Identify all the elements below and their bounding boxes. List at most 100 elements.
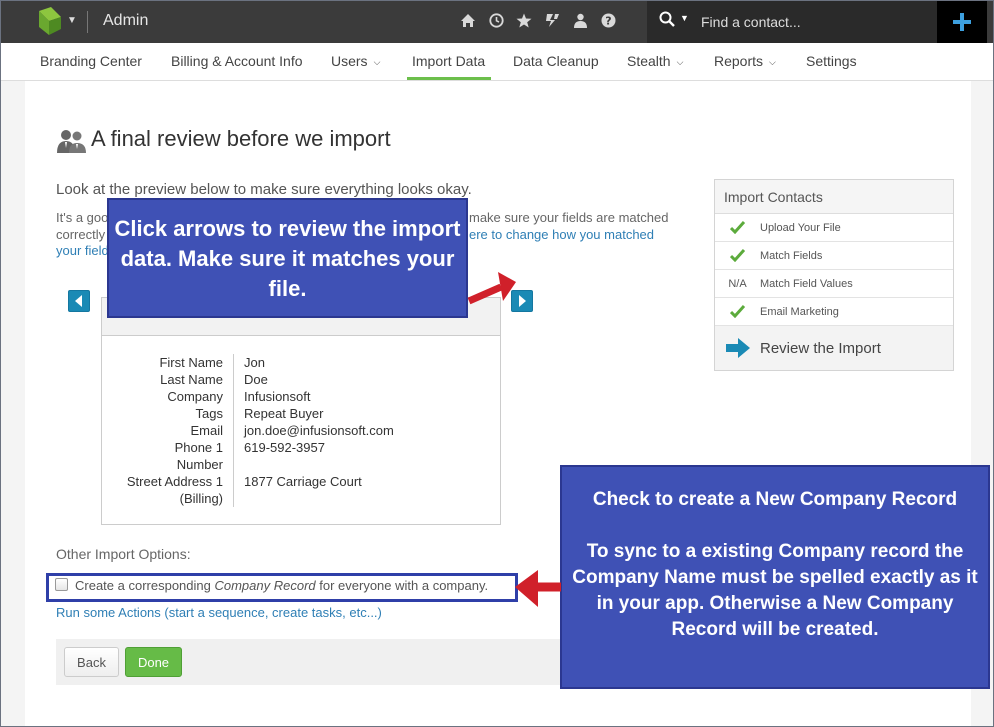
record-preview-rows: First Name Jon Last Name Doe Company Infusi… xyxy=(102,354,500,507)
chevron-down-icon: ⌵ xyxy=(676,57,684,67)
preview-row: Number xyxy=(102,456,500,473)
marketplace-icon[interactable] xyxy=(543,11,561,29)
preview-row: (Billing) xyxy=(102,490,500,507)
preview-row: Email jon.doe@infusionsoft.com xyxy=(102,422,500,439)
field-value: Repeat Buyer xyxy=(244,406,324,421)
home-icon[interactable] xyxy=(459,11,477,29)
company-record-checkbox[interactable] xyxy=(55,578,68,591)
intro-text: Look at the preview below to make sure e… xyxy=(56,181,472,198)
page-title: A final review before we import xyxy=(91,126,391,151)
app-window: ▼ Admin ? ▼ Branding Center Billing & Ac… xyxy=(0,0,994,727)
step-item: Match Fields xyxy=(715,242,953,270)
step-label: Match Fields xyxy=(760,249,823,262)
nav-item-settings[interactable]: Settings xyxy=(806,53,857,69)
preview-row: Tags Repeat Buyer xyxy=(102,405,500,422)
nav-item-reports[interactable]: Reports ⌵ xyxy=(714,53,776,69)
field-value: jon.doe@infusionsoft.com xyxy=(244,423,394,438)
nav-label: Reports xyxy=(714,53,764,69)
nav-item-stealth[interactable]: Stealth ⌵ xyxy=(627,53,683,69)
help-text-link-fragment[interactable]: your field xyxy=(56,243,109,258)
label-emphasis: Company Record xyxy=(214,578,316,593)
step-label: Email Marketing xyxy=(760,305,839,318)
change-matching-link[interactable]: ere to change how you matched xyxy=(469,226,668,243)
steps-title: Import Contacts xyxy=(715,180,953,214)
record-preview-card: First Name Jon Last Name Doe Company Infusi… xyxy=(101,297,501,525)
divider xyxy=(87,11,88,33)
previous-record-button[interactable] xyxy=(68,290,90,312)
nav-label: Stealth xyxy=(627,53,671,69)
field-value xyxy=(234,456,244,473)
field-value: 1877 Carriage Court xyxy=(244,474,362,489)
company-record-label[interactable]: Create a corresponding Company Record fo… xyxy=(75,578,488,593)
field-label: Street Address 1 xyxy=(102,473,234,490)
nav-item-data-cleanup[interactable]: Data Cleanup xyxy=(513,53,599,69)
field-label: Number xyxy=(102,456,234,473)
run-actions-link[interactable]: Run some Actions (start a sequence, crea… xyxy=(56,605,382,620)
callout-body: To sync to a existing Company record the… xyxy=(572,541,978,640)
top-icon-group: ? xyxy=(459,11,617,29)
preview-row: Street Address 1 1877 Carriage Court xyxy=(102,473,500,490)
contacts-icon xyxy=(57,130,86,153)
field-label: Company xyxy=(102,388,234,405)
check-icon xyxy=(715,221,760,234)
nav-item-billing[interactable]: Billing & Account Info xyxy=(171,53,303,69)
arrow-left-icon xyxy=(75,295,82,307)
step-label: Upload Your File xyxy=(760,221,841,234)
search-input[interactable] xyxy=(701,11,921,33)
arrow-right-icon xyxy=(519,295,526,307)
field-label: (Billing) xyxy=(102,490,234,507)
chevron-down-icon[interactable]: ▼ xyxy=(67,15,77,26)
step-item: Email Marketing xyxy=(715,298,953,326)
company-record-callout: Check to create a New Company Record To … xyxy=(560,465,990,689)
step-current: Review the Import xyxy=(715,326,953,370)
next-record-button[interactable] xyxy=(511,290,533,312)
callout-title: Check to create a New Company Record xyxy=(592,489,958,510)
help-text-right: make sure your fields are matched ere to… xyxy=(469,209,668,243)
search-filter-dropdown-icon[interactable]: ▼ xyxy=(680,13,689,23)
check-icon xyxy=(715,305,760,318)
nav-item-users[interactable]: Users ⌵ xyxy=(331,53,380,69)
field-label: Tags xyxy=(102,405,234,422)
app-logo-icon[interactable] xyxy=(39,7,61,35)
user-icon[interactable] xyxy=(571,11,589,29)
arrows-callout: Click arrows to review the import data. … xyxy=(107,198,468,318)
nav-item-branding-center[interactable]: Branding Center xyxy=(40,53,142,69)
nav-item-import-data[interactable]: Import Data xyxy=(412,53,485,69)
arrow-right-icon xyxy=(715,338,760,358)
done-button[interactable]: Done xyxy=(125,647,182,677)
chevron-down-icon: ⌵ xyxy=(373,57,381,67)
step-status: N/A xyxy=(728,277,747,290)
field-label: Phone 1 xyxy=(102,439,234,456)
field-label: Last Name xyxy=(102,371,234,388)
quick-add-button[interactable] xyxy=(937,1,987,43)
field-value xyxy=(234,490,244,507)
field-label: First Name xyxy=(102,354,234,371)
step-item: N/A Match Field Values xyxy=(715,270,953,298)
step-label: Match Field Values xyxy=(760,277,853,290)
nav-label: Branding Center xyxy=(40,53,142,69)
nav-label: Data Cleanup xyxy=(513,53,599,69)
chevron-down-icon: ⌵ xyxy=(769,57,776,67)
nav-label: Billing & Account Info xyxy=(171,53,303,69)
back-button[interactable]: Back xyxy=(64,647,119,677)
nav-label: Users xyxy=(331,53,368,69)
other-import-options-heading: Other Import Options: xyxy=(56,546,191,562)
step-current-label: Review the Import xyxy=(760,339,881,357)
preview-row: Company Infusionsoft xyxy=(102,388,500,405)
star-icon[interactable] xyxy=(515,11,533,29)
history-icon[interactable] xyxy=(487,11,505,29)
field-value: 619-592-3957 xyxy=(244,440,325,455)
active-tab-indicator xyxy=(407,77,491,80)
preview-row: Last Name Doe xyxy=(102,371,500,388)
field-value: Jon xyxy=(244,355,265,370)
label-text: for everyone with a company. xyxy=(315,578,489,593)
step-item: Upload Your File xyxy=(715,214,953,242)
plus-icon xyxy=(953,13,971,31)
search-icon[interactable] xyxy=(659,11,675,32)
preview-row: Phone 1 619-592-3957 xyxy=(102,439,500,456)
field-value: Infusionsoft xyxy=(244,389,311,404)
help-icon[interactable]: ? xyxy=(599,11,617,29)
nav-label: Import Data xyxy=(412,53,486,69)
help-text-line: make sure your fields are matched xyxy=(469,210,669,225)
preview-row: First Name Jon xyxy=(102,354,500,371)
